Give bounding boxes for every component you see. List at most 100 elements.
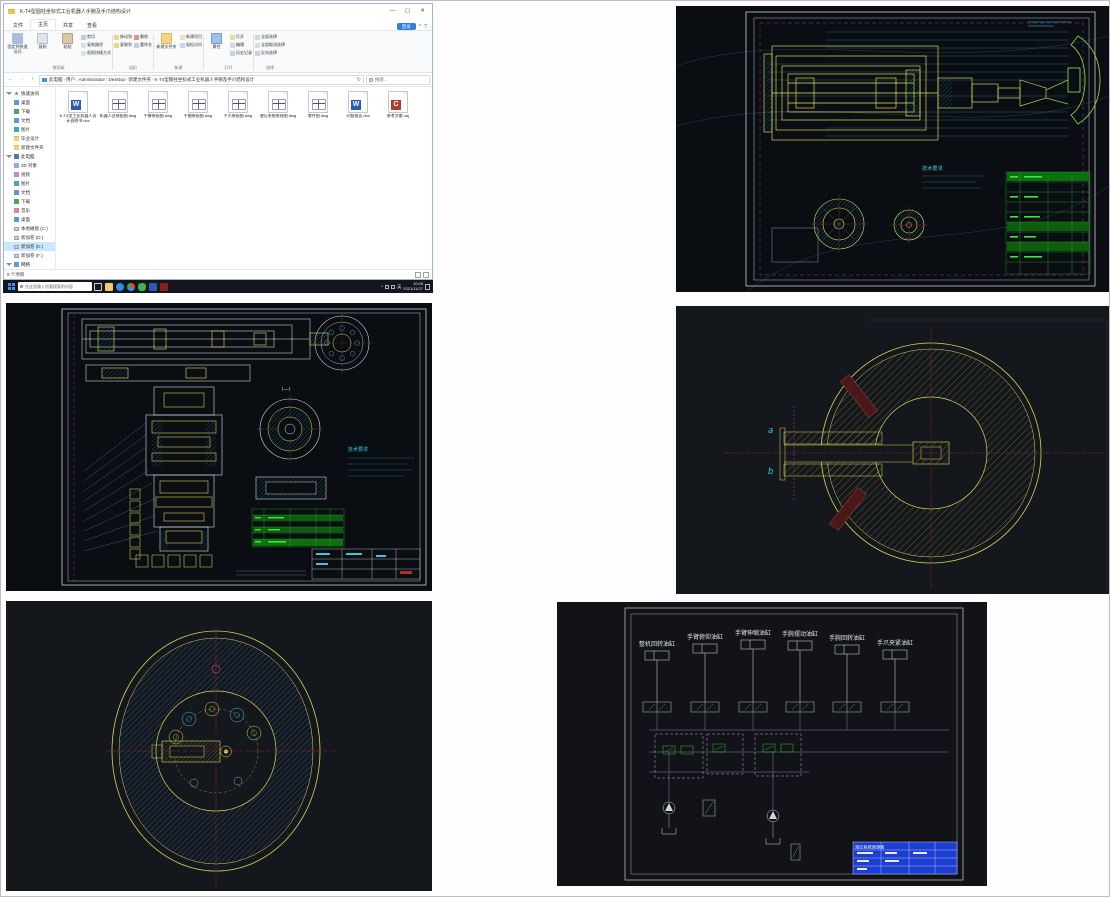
cut-button[interactable]: 剪切 [81,34,111,40]
file-item[interactable]: 手腕装配图.dwg [178,91,218,124]
sidebar-item-pictures[interactable]: 图片 [4,179,55,188]
tab-file[interactable]: 文件 [6,21,30,30]
cad-preview-flange-disc[interactable] [6,601,432,891]
sidebar-item-drive-e[interactable]: 新加卷 (E:) [4,242,55,251]
select-all-button[interactable]: 全部选择 [255,34,285,40]
tab-share[interactable]: 共享 [56,21,80,30]
navigation-pane: 快速访问 桌面 下载 文档 图片 毕业设计 新建文件夹 此电脑 3D 对象 视频… [4,87,56,269]
copy-button[interactable]: 复制 [31,33,54,50]
autocad-icon[interactable] [159,282,168,291]
sidebar-item-desktop[interactable]: 桌面 [4,215,55,224]
login-badge[interactable]: 登录 [396,22,416,30]
file-item[interactable]: 机器人总装配图.dwg [98,91,138,124]
dwg-file-icon [228,91,248,113]
rename-button[interactable]: 重命名 [134,42,152,48]
large-icons-view-icon[interactable] [423,271,429,278]
word-icon[interactable] [148,282,157,291]
maximize-button[interactable]: ▢ [400,4,415,19]
file-item[interactable]: 零件图.dwg [298,91,338,124]
breadcrumb[interactable]: 此电脑 用户 Administrator Desktop 新建文件夹 K-T4型… [39,74,364,85]
tray-icon[interactable] [391,284,396,289]
sidebar-item-desktop[interactable]: 桌面 [4,98,55,107]
copy-to-button[interactable]: 复制到 [114,42,132,48]
new-folder-button[interactable]: 新建文件夹 [155,33,178,50]
back-button[interactable]: ← [6,75,15,84]
select-none-button[interactable]: 全部取消选择 [255,42,285,48]
sidebar-item-documents[interactable]: 文档 [4,116,55,125]
sidebar-item-videos[interactable]: 视频 [4,170,55,179]
file-item[interactable]: K-T4型工业机器人设计说明书.doc [58,91,98,124]
input-language[interactable]: 英 [397,284,401,290]
wechat-icon[interactable] [137,282,146,291]
history-button[interactable]: 历史记录 [230,50,252,56]
cad-preview-arm-assembly[interactable]: I—I 技术要求 [6,303,432,591]
details-view-icon[interactable] [415,271,421,278]
sidebar-item-music[interactable]: 音乐 [4,206,55,215]
move-to-button[interactable]: 移动到 [114,34,132,40]
minimize-button[interactable]: — [385,4,400,19]
paste-button[interactable]: 粘贴 [56,33,79,50]
clock[interactable]: 10:08 2021/11/27 [403,281,423,291]
breadcrumb-segment[interactable]: Administrator [79,77,106,82]
breadcrumb-segment[interactable]: 新建文件夹 [129,77,152,83]
sidebar-item-drive-c[interactable]: 本地磁盘 (C:) [4,224,55,233]
sidebar-item-downloads[interactable]: 下载 [4,197,55,206]
task-view-icon[interactable] [93,282,102,291]
titlebar[interactable]: K-T4型圆柱坐标式工业机器人手腕及手爪结构设计 — ▢ ✕ [4,4,432,19]
notification-icon[interactable] [425,283,430,290]
ribbon-collapse-icon[interactable]: ^ [419,24,421,30]
sidebar-section-network[interactable]: 网络 [4,260,55,269]
invert-selection-button[interactable]: 反向选择 [255,50,285,56]
pin-quick-access-button[interactable]: 固定到快速访问 [6,33,29,54]
tab-view[interactable]: 查看 [80,21,104,30]
paste-shortcut-button[interactable]: 粘贴快捷方式 [81,50,111,56]
breadcrumb-segment[interactable]: 此电脑 [49,77,63,83]
sidebar-item-folder[interactable]: 毕业设计 [4,134,55,143]
search-box[interactable] [366,74,430,85]
address-bar: ← → ↑ 此电脑 用户 Administrator Desktop 新建文件夹… [4,73,432,87]
breadcrumb-segment[interactable]: 用户 [66,77,75,83]
close-button[interactable]: ✕ [415,4,430,19]
tab-home[interactable]: 主页 [30,19,57,30]
taskbar-search[interactable]: 在这里输入你要搜索的内容 [18,282,92,291]
chrome-icon[interactable] [126,282,135,291]
search-input[interactable] [375,77,427,82]
properties-button[interactable]: 属性 [205,33,228,50]
sidebar-item-3d-objects[interactable]: 3D 对象 [4,161,55,170]
sidebar-item-drive-f[interactable]: 新加卷 (F:) [4,251,55,260]
cad-preview-rotary-disc[interactable]: a b [676,306,1109,594]
file-item[interactable]: 手爪装配图.dwg [218,91,258,124]
sidebar-item-downloads[interactable]: 下载 [4,107,55,116]
file-item[interactable]: 手臂装配图.dwg [138,91,178,124]
sidebar-item-folder[interactable]: 新建文件夹 [4,143,55,152]
sidebar-item-drive-d[interactable]: 新加卷 (D:) [4,233,55,242]
forward-button[interactable]: → [17,75,26,84]
sidebar-item-pictures[interactable]: 图片 [4,125,55,134]
file-item[interactable]: 开题报告.doc [338,91,378,124]
cad-preview-assembly-section[interactable]: 技术要求 [676,6,1109,292]
easy-access-button[interactable]: 轻松访问 [180,42,202,48]
chevron-down-icon [6,155,12,158]
tray-expand-icon[interactable]: ^ [381,284,383,289]
file-item[interactable]: 参考文献.caj [378,91,418,124]
windows-logo-icon [7,283,15,290]
sidebar-section-this-pc[interactable]: 此电脑 [4,152,55,161]
refresh-icon[interactable]: ↻ [357,77,361,83]
file-item[interactable]: 液压系统原理图.dwg [258,91,298,124]
breadcrumb-segment[interactable]: Desktop [109,77,126,82]
up-button[interactable]: ↑ [28,75,37,84]
edit-button[interactable]: 编辑 [230,42,252,48]
copy-path-button[interactable]: 复制路径 [81,42,111,48]
delete-button[interactable]: 删除 [134,34,152,40]
tray-icon[interactable] [385,284,390,289]
help-icon[interactable]: ? [424,24,427,30]
open-button[interactable]: 打开 [230,34,252,40]
breadcrumb-segment[interactable]: K-T4型圆柱坐标式工业机器人手腕及手爪结构设计 [155,77,255,83]
edge-icon[interactable] [115,282,124,291]
sidebar-section-quick-access[interactable]: 快速访问 [4,89,55,98]
file-explorer-icon[interactable] [104,282,113,291]
new-item-button[interactable]: 新建项目 [180,34,202,40]
sidebar-item-documents[interactable]: 文档 [4,188,55,197]
cad-preview-hydraulic-schematic[interactable]: 整机回转油缸 手臂俯仰油缸 手臂伸缩油缸 手腕摆动油缸 手腕回转油缸 手爪夹紧油… [557,602,987,886]
start-button[interactable] [4,280,18,293]
